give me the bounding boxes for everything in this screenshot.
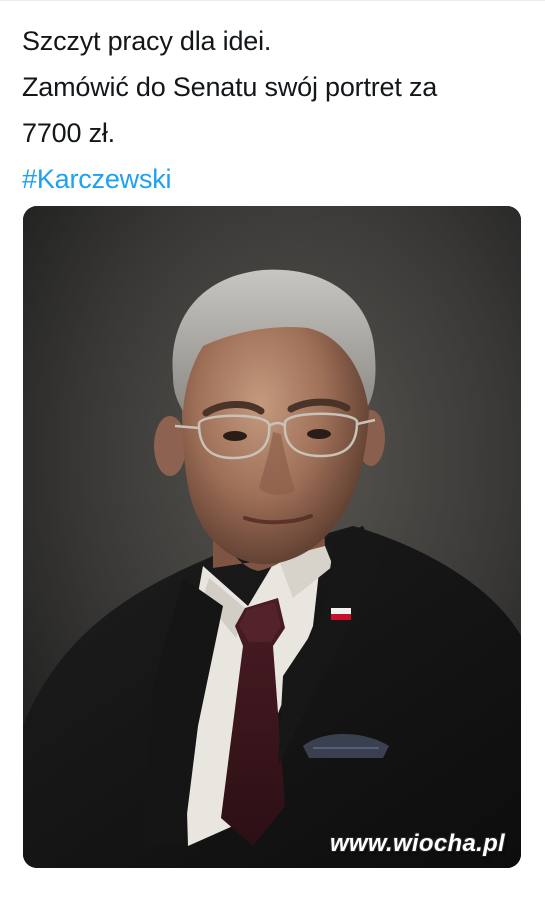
portrait-painting bbox=[23, 206, 521, 868]
tweet-text: Szczyt pracy dla idei. Zamówić do Senatu… bbox=[22, 18, 527, 202]
top-divider bbox=[0, 0, 545, 1]
tweet-media-image[interactable]: www.wiocha.pl bbox=[23, 206, 521, 868]
tweet-line-3: 7700 zł. bbox=[22, 118, 115, 148]
tweet-line-2: Zamówić do Senatu swój portret za bbox=[22, 72, 438, 102]
watermark-text: www.wiocha.pl bbox=[329, 830, 505, 857]
hashtag-link[interactable]: #Karczewski bbox=[22, 156, 527, 202]
tweet-line-1: Szczyt pracy dla idei. bbox=[22, 26, 272, 56]
